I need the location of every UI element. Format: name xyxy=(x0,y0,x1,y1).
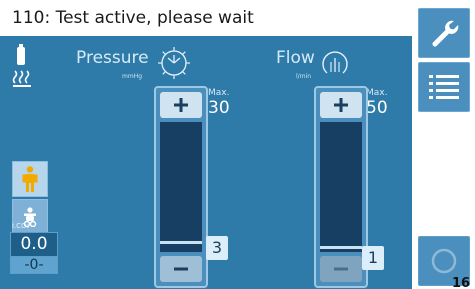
flow-max-label: Max. xyxy=(366,88,388,98)
flow-increase-button[interactable] xyxy=(320,92,362,118)
menu-button[interactable] xyxy=(418,62,470,112)
gas-bottle-icon xyxy=(17,44,25,65)
adult-mode-button[interactable] xyxy=(12,161,48,197)
flow-slider[interactable] xyxy=(314,86,368,288)
flow-unit: l/min xyxy=(296,73,312,80)
pressure-decrease-button[interactable] xyxy=(160,256,202,282)
pressure-unit: mmHg xyxy=(122,73,143,80)
minus-icon xyxy=(174,267,188,271)
pressure-set-value: 3 xyxy=(206,236,228,260)
lower-value: -0- xyxy=(10,256,58,274)
flow-track xyxy=(320,122,362,252)
flow-set-value: 1 xyxy=(362,246,384,270)
pressure-slider[interactable] xyxy=(154,86,208,288)
flow-decrease-button[interactable] xyxy=(320,256,362,282)
list-menu-icon xyxy=(429,75,459,99)
flow-title: Flow xyxy=(276,48,315,68)
settings-button[interactable] xyxy=(418,8,470,58)
adult-patient-icon xyxy=(22,166,38,192)
right-sidebar xyxy=(412,0,475,289)
plus-icon xyxy=(334,98,348,112)
corner-label: 16 xyxy=(452,276,471,289)
status-message: 110: Test active, please wait xyxy=(0,0,412,36)
minus-icon xyxy=(334,267,348,271)
pressure-track xyxy=(160,122,202,252)
power-icon xyxy=(431,248,457,274)
plus-icon xyxy=(174,98,188,112)
pressure-level-line xyxy=(160,241,202,245)
pressure-title: Pressure xyxy=(76,48,149,68)
flow-gauge-icon xyxy=(322,51,348,74)
pressure-increase-button[interactable] xyxy=(160,92,202,118)
main-screen: i.CO₂ 0.0 -0- Pressure mmHg Max. 30 3 Fl… xyxy=(0,36,412,289)
wrench-icon xyxy=(432,20,459,47)
pressure-gauge-icon xyxy=(158,47,190,79)
heater-icon xyxy=(12,70,31,87)
co2-label: i.CO₂ xyxy=(12,222,30,230)
pressure-max-label: Max. xyxy=(208,88,230,98)
flow-max-value: 50 xyxy=(366,98,388,118)
pressure-max-value: 30 xyxy=(208,98,230,118)
flow-level-line xyxy=(320,246,362,250)
co2-value: 0.0 xyxy=(10,232,58,256)
